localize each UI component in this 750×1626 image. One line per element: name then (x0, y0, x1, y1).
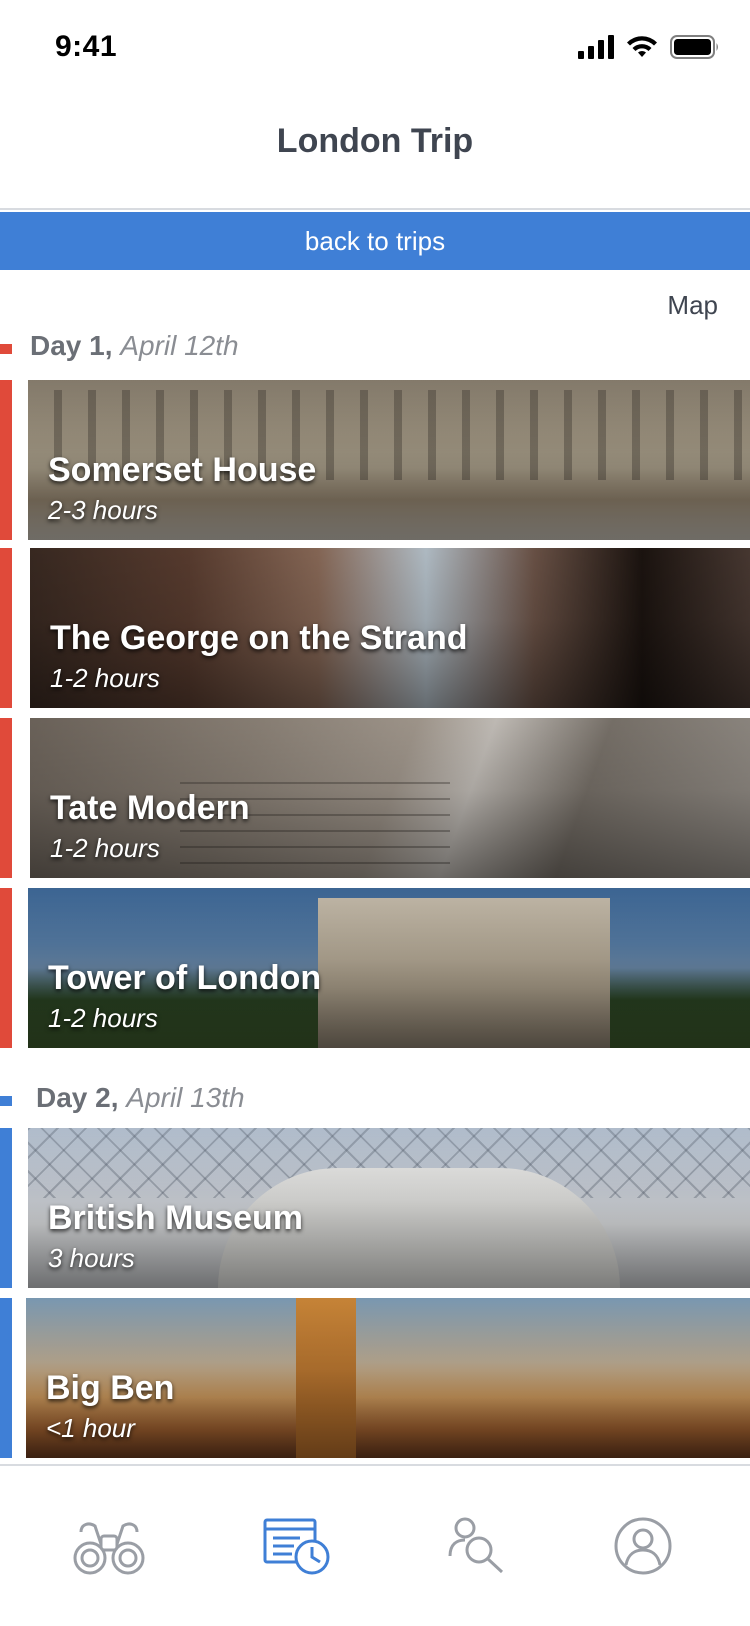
status-bar: 9:41 (0, 0, 750, 96)
place-card-tate-modern[interactable]: Tate Modern 1-2 hours (30, 718, 750, 878)
tab-itinerary[interactable] (252, 1506, 342, 1586)
day-1-stripe (0, 718, 12, 878)
status-time: 9:41 (55, 30, 118, 63)
tab-profile[interactable] (598, 1506, 688, 1586)
page-title: London Trip (276, 122, 474, 160)
place-duration: 1-2 hours (50, 663, 160, 693)
place-card-somerset-house[interactable]: Somerset House 2-3 hours (28, 380, 750, 540)
tab-explore[interactable] (64, 1506, 154, 1586)
day-2-stripe (0, 1128, 12, 1288)
place-name: Tower of London (48, 959, 322, 997)
place-card-british-museum[interactable]: British Museum 3 hours (28, 1128, 750, 1288)
day-2-label: Day 2, April 13th (36, 1082, 245, 1114)
place-name: Somerset House (48, 451, 317, 489)
day-1-date: April 12th (120, 330, 239, 361)
profile-icon (614, 1517, 672, 1575)
place-card-the-george[interactable]: The George on the Strand 1-2 hours (30, 548, 750, 708)
place-name: British Museum (48, 1199, 304, 1237)
itinerary-clock-icon (263, 1518, 330, 1575)
place-card-big-ben[interactable]: Big Ben <1 hour (26, 1298, 750, 1458)
day-2-header: Day 2, April 13th (0, 1082, 300, 1122)
day-2-day: Day 2, (36, 1082, 119, 1113)
day-1-stripe (0, 380, 12, 540)
place-name: The George on the Strand (50, 619, 468, 657)
place-duration: 2-3 hours (48, 495, 158, 525)
status-icons (578, 34, 720, 60)
map-link[interactable]: Map (667, 290, 718, 321)
day-1-label: Day 1, April 12th (30, 330, 239, 362)
day-1-stripe (0, 888, 12, 1048)
day-1-marker (0, 344, 12, 354)
place-name: Tate Modern (50, 789, 250, 827)
tab-search[interactable] (432, 1506, 522, 1586)
battery-icon (670, 35, 718, 59)
day-2-stripe (0, 1298, 12, 1458)
place-duration: 3 hours (48, 1243, 135, 1273)
day-1-day: Day 1, (30, 330, 113, 361)
place-name: Big Ben (46, 1369, 175, 1407)
place-card-tower-of-london[interactable]: Tower of London 1-2 hours (28, 888, 750, 1048)
back-to-trips-button[interactable]: back to trips (0, 212, 750, 270)
day-1-header: Day 1, April 12th (0, 330, 300, 370)
place-duration: <1 hour (46, 1413, 135, 1443)
place-duration: 1-2 hours (48, 1003, 158, 1033)
day-1-stripe (0, 548, 12, 708)
wifi-icon (627, 36, 657, 57)
cellular-signal-icon (578, 35, 614, 59)
day-2-date: April 13th (126, 1082, 245, 1113)
place-duration: 1-2 hours (50, 833, 160, 863)
binoculars-icon (73, 1522, 145, 1575)
day-2-marker (0, 1096, 12, 1106)
person-search-icon (448, 1517, 504, 1574)
header-divider (0, 208, 750, 210)
tab-bar (0, 1464, 750, 1626)
